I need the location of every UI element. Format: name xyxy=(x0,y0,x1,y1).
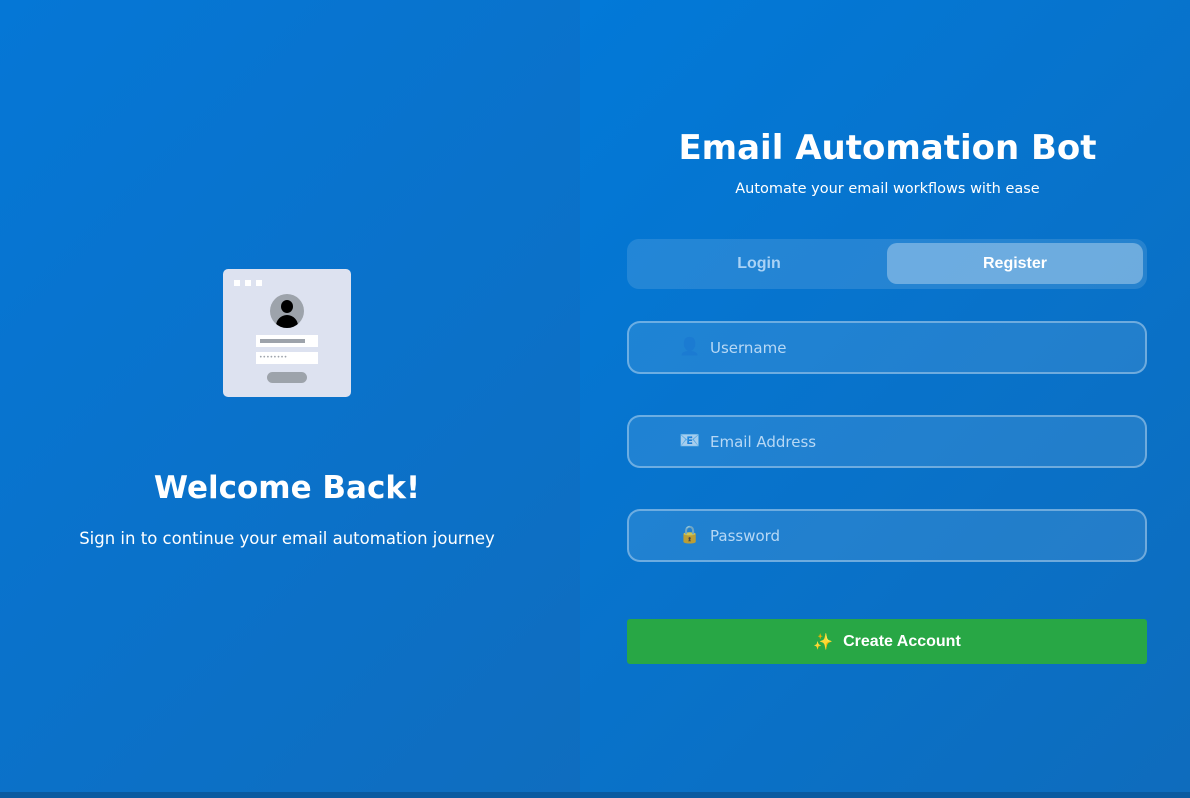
password-field: 🔒 xyxy=(627,509,1147,562)
tab-login[interactable]: Login xyxy=(631,243,887,284)
create-account-button[interactable]: ✨ Create Account xyxy=(627,619,1147,664)
form-panel xyxy=(580,0,1190,792)
email-field: 📧 xyxy=(627,415,1147,468)
window-dot xyxy=(245,280,251,286)
illustration-password-field: •••••••• xyxy=(256,352,318,364)
login-illustration: •••••••• xyxy=(223,269,351,397)
bottom-bar xyxy=(0,792,1190,798)
email-input[interactable] xyxy=(710,417,1130,466)
illustration-button xyxy=(267,372,307,383)
window-dot xyxy=(256,280,262,286)
username-field: 👤 xyxy=(627,321,1147,374)
avatar-icon xyxy=(270,294,304,328)
welcome-panel: •••••••• Welcome Back! Sign in to contin… xyxy=(0,0,580,792)
illustration-username-field xyxy=(256,335,318,347)
welcome-title: Welcome Back! xyxy=(153,470,421,506)
email-icon: 📧 xyxy=(679,431,701,451)
tab-register[interactable]: Register xyxy=(887,243,1143,284)
sparkles-icon: ✨ xyxy=(813,633,834,651)
auth-tabs: Login Register xyxy=(627,239,1147,289)
username-input[interactable] xyxy=(710,323,1130,372)
page-subtitle: Automate your email workflows with ease xyxy=(735,181,1040,197)
user-icon: 👤 xyxy=(679,337,701,357)
create-account-label: Create Account xyxy=(843,632,961,650)
page-title: Email Automation Bot xyxy=(678,128,1097,168)
window-dot xyxy=(234,280,240,286)
password-input[interactable] xyxy=(710,511,1130,560)
welcome-subtitle: Sign in to continue your email automatio… xyxy=(79,529,495,548)
lock-icon: 🔒 xyxy=(679,525,701,545)
